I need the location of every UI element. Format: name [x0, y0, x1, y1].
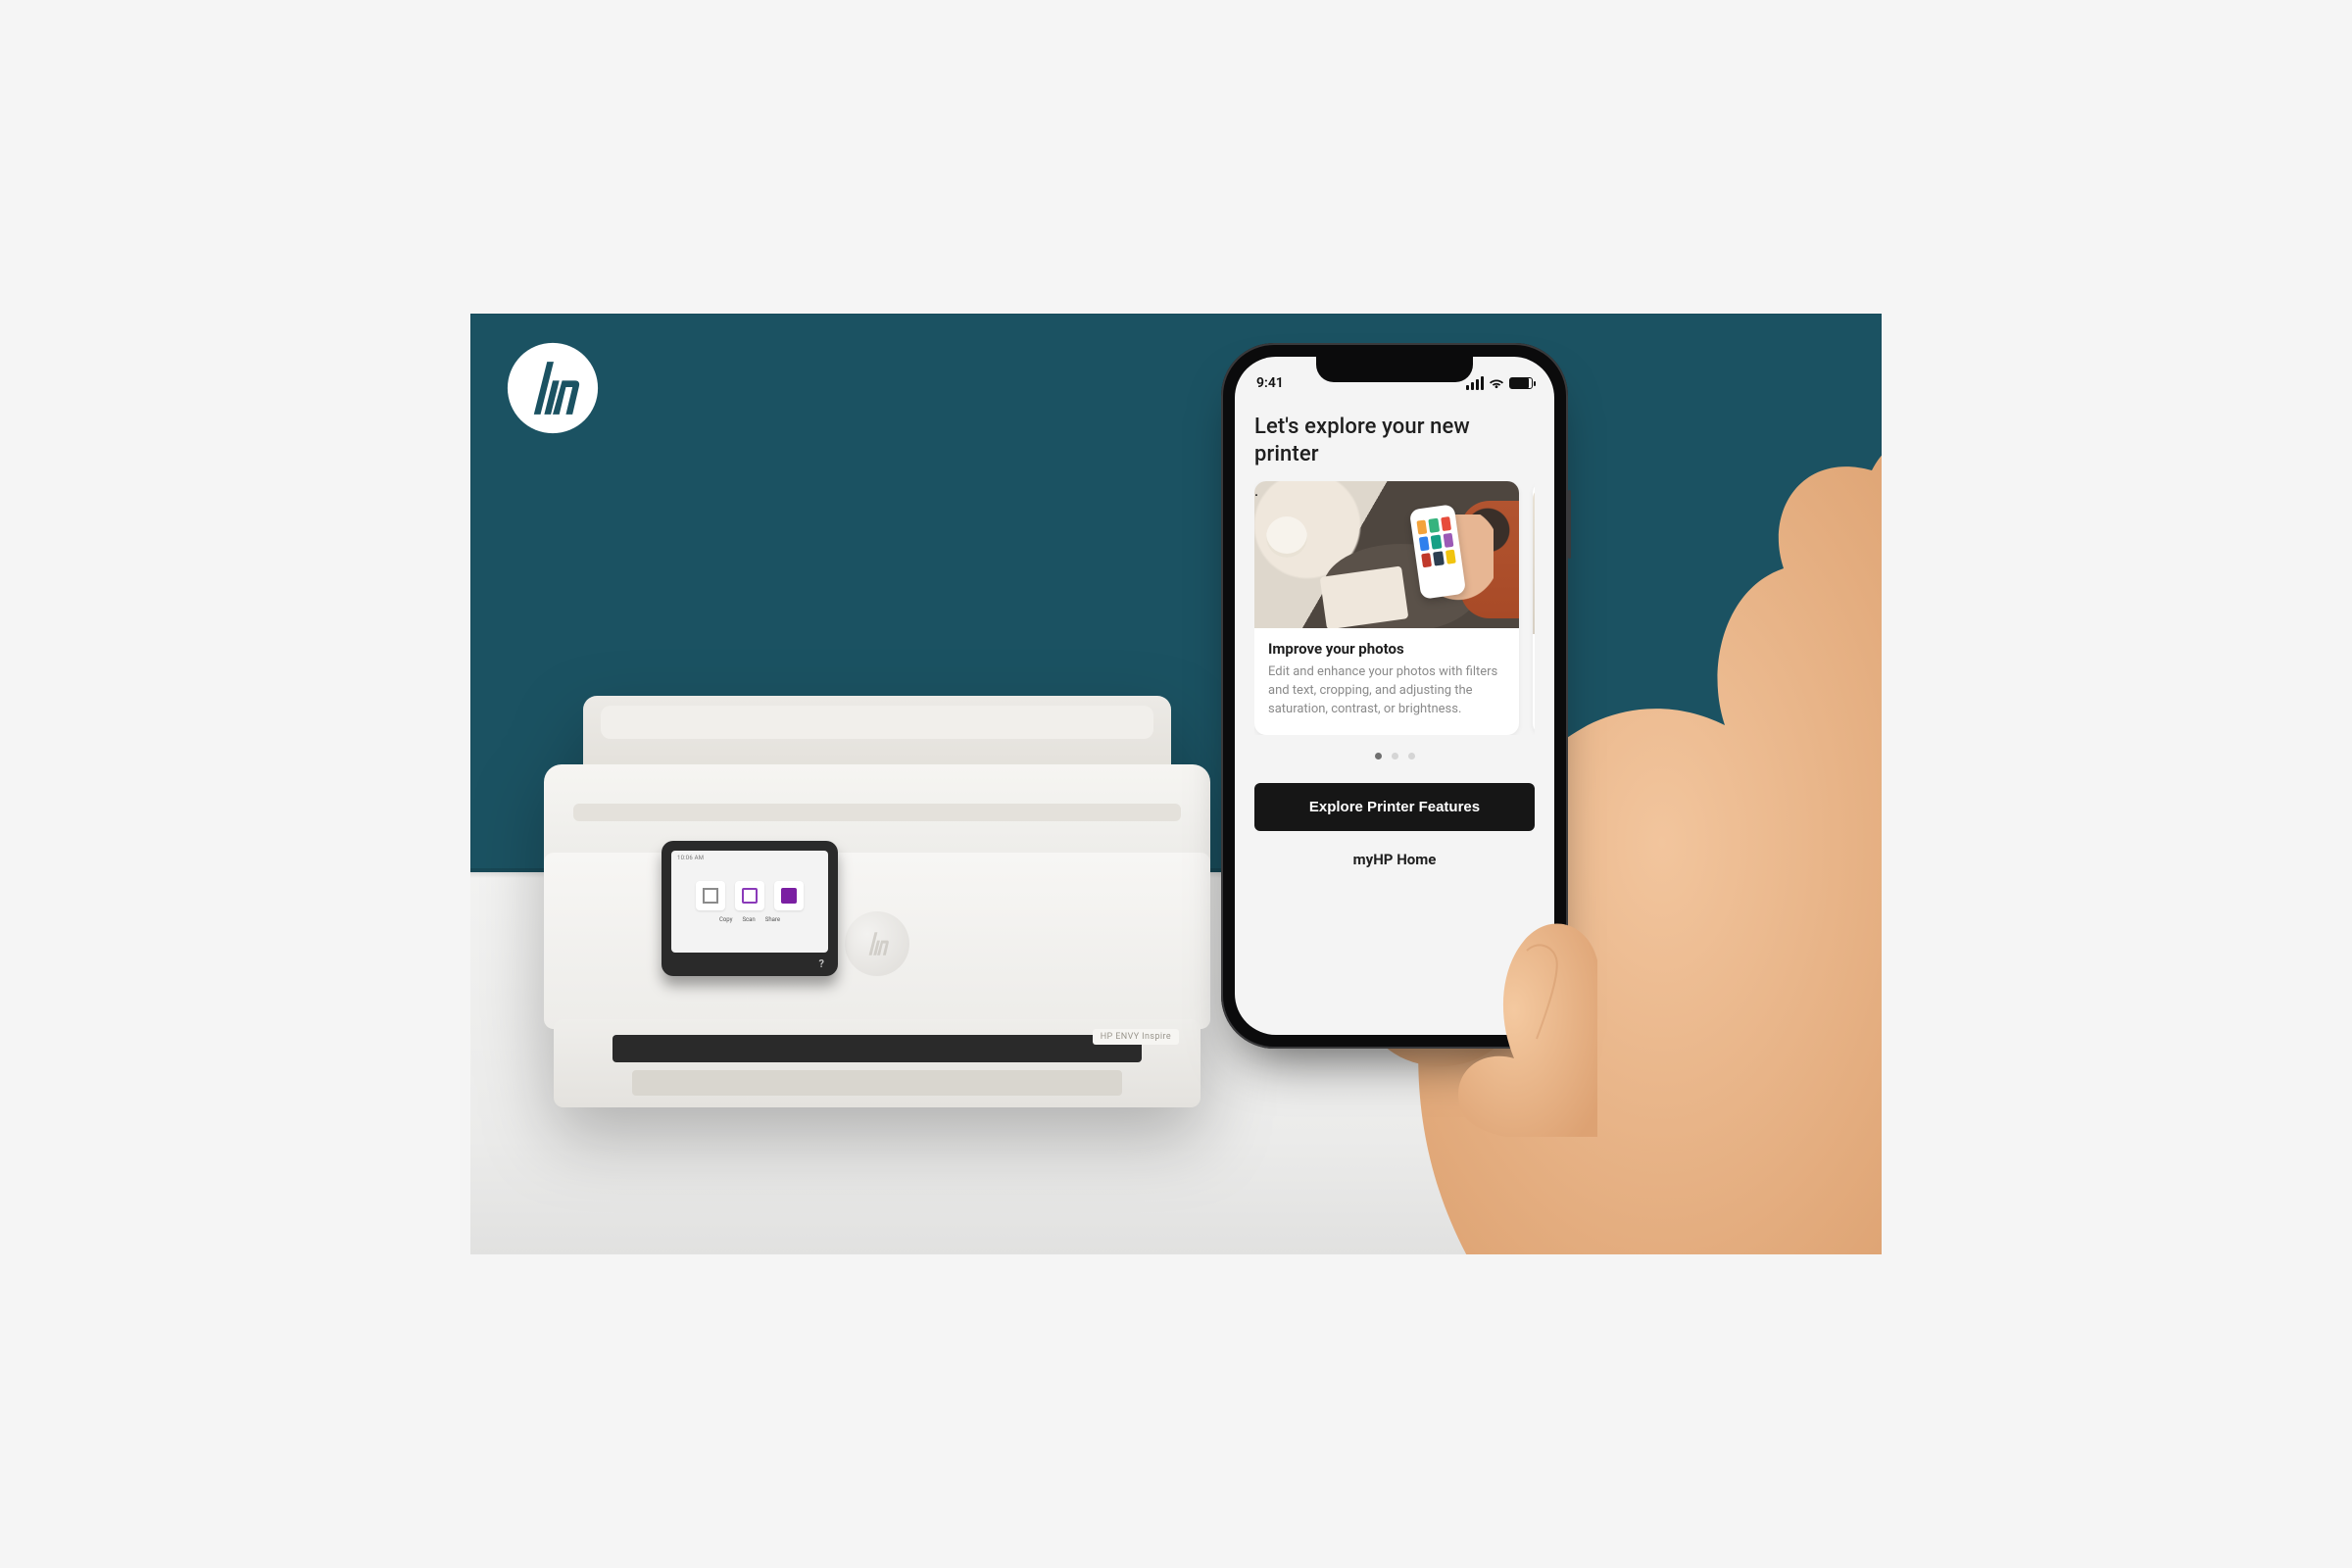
page-title: Let's explore your new printer: [1254, 414, 1535, 467]
app-content: Let's explore your new printer .: [1235, 398, 1554, 1035]
pager-dot[interactable]: [1392, 753, 1398, 760]
printer-app-label: Copy: [719, 916, 733, 923]
phone-notch: [1316, 357, 1473, 382]
feature-card-image: .: [1254, 481, 1519, 628]
explore-features-button[interactable]: Explore Printer Features: [1254, 783, 1535, 831]
hp-logo-icon: [506, 341, 600, 435]
printer-app-scan[interactable]: [735, 881, 764, 910]
feature-card-body: Improve your photos Edit and enhance you…: [1254, 628, 1519, 735]
battery-icon: [1509, 377, 1533, 389]
pager-dot[interactable]: [1375, 753, 1382, 760]
printer-output-slot: [612, 1035, 1142, 1062]
myhp-home-link[interactable]: myHP Home: [1254, 851, 1535, 868]
printer-app-label: Share: [765, 916, 780, 923]
feature-carousel[interactable]: . Improve your photos Edit and enhance y…: [1254, 481, 1535, 735]
feature-card-desc: Edit and enhance your photos with filter…: [1268, 663, 1505, 719]
wifi-icon: [1489, 377, 1504, 389]
printer-panel-screen[interactable]: 10:06 AM Copy Scan Share: [671, 851, 828, 953]
printer-help-icon[interactable]: ?: [819, 957, 824, 970]
printer-paper-drawer: [632, 1070, 1122, 1096]
printer-app-label: Scan: [742, 916, 755, 923]
feature-card[interactable]: . Improve your photos Edit and enhance y…: [1254, 481, 1519, 735]
carousel-pager[interactable]: [1254, 753, 1535, 760]
printer-touch-panel: 10:06 AM Copy Scan Share ?: [662, 841, 838, 976]
hp-logo: [506, 341, 600, 439]
feature-card-image: [1533, 487, 1535, 634]
printer-brand-badge: [845, 911, 909, 976]
phone-screen: 9:41 Let's explore your new printer: [1235, 357, 1554, 1035]
feature-card-next[interactable]: P S i c: [1533, 481, 1535, 735]
cellular-signal-icon: [1464, 376, 1484, 390]
feature-card-title: Improve your photos: [1268, 640, 1505, 658]
status-time: 9:41: [1256, 375, 1284, 391]
pager-dot[interactable]: [1408, 753, 1415, 760]
phone-device: 9:41 Let's explore your new printer: [1221, 343, 1568, 1049]
hp-badge-icon: [857, 923, 898, 964]
printer-panel-time: 10:06 AM: [677, 855, 704, 861]
printer-app-share[interactable]: [774, 881, 804, 910]
printer-app-copy[interactable]: [696, 881, 725, 910]
product-marketing-scene: 14.8% 10:06 AM: [470, 314, 1882, 1254]
